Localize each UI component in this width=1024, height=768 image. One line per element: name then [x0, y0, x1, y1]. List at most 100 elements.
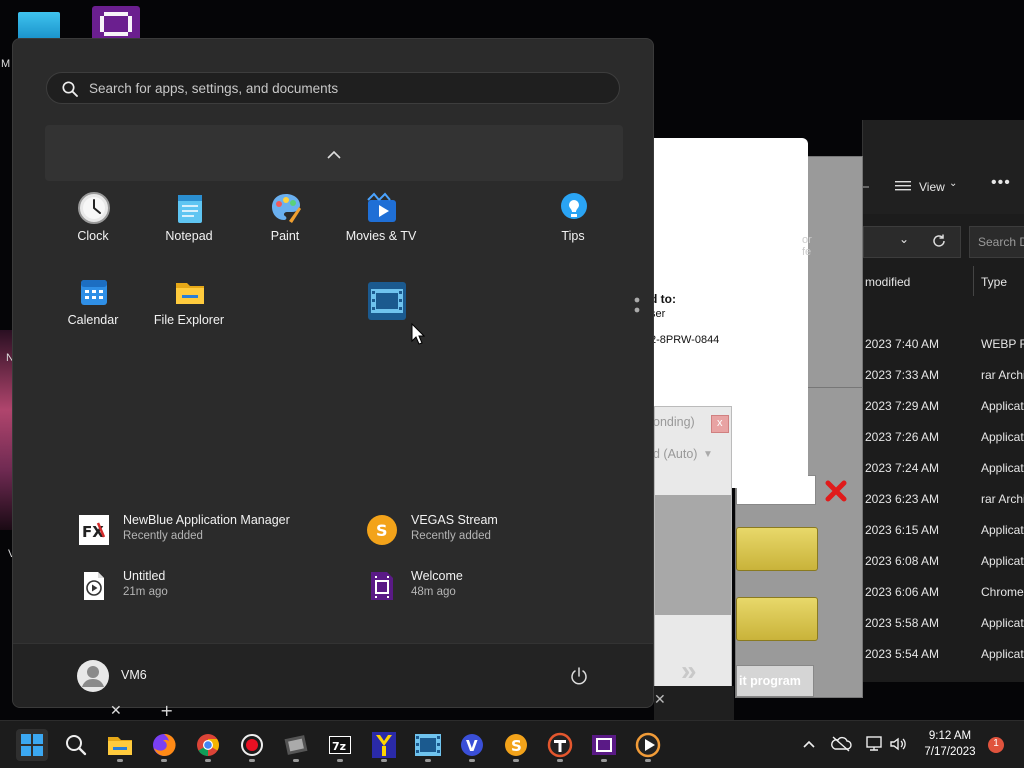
- more-options-icon[interactable]: •••: [991, 174, 1011, 192]
- recommended-item[interactable]: Untitled 21m ago: [79, 565, 329, 609]
- taskbar-time: 9:12 AM: [928, 730, 972, 742]
- running-indicator: [645, 759, 651, 762]
- table-row[interactable]: 2023 7:40 AM WEBP Fi: [863, 334, 1024, 356]
- network-icon[interactable]: [864, 735, 884, 753]
- clock-date-button[interactable]: 9:12 AM 7/17/2023: [914, 729, 986, 761]
- taskbar-media-player-icon[interactable]: [632, 729, 664, 762]
- pinned-app-file-explorer[interactable]: File Explorer: [143, 275, 235, 349]
- table-row[interactable]: 2023 7:33 AM rar Archi: [863, 365, 1024, 387]
- table-row[interactable]: 2023 7:26 AM Applicat: [863, 427, 1024, 449]
- taskbar-t-app-icon[interactable]: [544, 729, 576, 762]
- chevron-down-icon[interactable]: ▼: [703, 449, 713, 460]
- pinned-app-movies-tv[interactable]: Movies & TV: [335, 191, 427, 265]
- pinned-app-clock[interactable]: Clock: [47, 191, 139, 265]
- license-code: 2-8PRW-0844: [650, 334, 720, 346]
- recommended-item[interactable]: S VEGAS Stream Recently added: [367, 509, 617, 553]
- close-icon[interactable]: ✕: [654, 692, 666, 708]
- svg-text:7z: 7z: [332, 740, 346, 753]
- recommended-subtitle: 48m ago: [411, 586, 456, 598]
- taskbar-file-explorer-icon[interactable]: [104, 729, 136, 762]
- taskbar-chrome-icon[interactable]: [192, 729, 224, 762]
- recommended-item[interactable]: Welcome 48m ago: [367, 565, 617, 609]
- table-row[interactable]: 2023 6:06 AM Chrome: [863, 582, 1024, 604]
- onedrive-offline-icon[interactable]: [830, 735, 852, 753]
- taskbar-screen-recorder-icon[interactable]: [236, 729, 268, 762]
- taskbar-7zip-icon[interactable]: 7z: [324, 729, 356, 762]
- yellow-button[interactable]: [736, 597, 818, 641]
- cell-date-modified: 2023 7:24 AM: [865, 461, 940, 475]
- user-account-button[interactable]: VM6: [65, 658, 215, 694]
- power-icon[interactable]: [569, 666, 589, 686]
- cell-date-modified: 2023 7:26 AM: [865, 430, 940, 444]
- column-divider[interactable]: [973, 266, 974, 296]
- pinned-app-tips[interactable]: Tips: [527, 191, 619, 265]
- volume-icon[interactable]: [888, 735, 908, 753]
- taskbar-video-editor-icon[interactable]: [280, 729, 312, 762]
- taskbar-v-app-icon[interactable]: V: [456, 729, 488, 762]
- start-search-box[interactable]: [46, 72, 620, 104]
- table-row[interactable]: 2023 7:24 AM Applicat: [863, 458, 1024, 480]
- cell-date-modified: 2023 5:58 AM: [865, 616, 940, 630]
- view-icon[interactable]: [895, 178, 911, 192]
- show-hidden-icons-chevron-up-icon[interactable]: [800, 735, 818, 753]
- refresh-icon[interactable]: [931, 233, 947, 249]
- chevron-up-icon: [326, 145, 342, 159]
- column-header-modified[interactable]: modified: [865, 275, 910, 289]
- search-input[interactable]: [89, 73, 609, 103]
- table-row[interactable]: 2023 7:29 AM Applicat: [863, 396, 1024, 418]
- running-indicator: [469, 759, 475, 762]
- close-red-x-icon[interactable]: [824, 479, 848, 503]
- desktop-label: M: [1, 58, 11, 70]
- clock-icon: [77, 191, 111, 225]
- table-row[interactable]: 2023 6:23 AM rar Archi: [863, 489, 1024, 511]
- add-tab-icon[interactable]: +: [160, 701, 176, 720]
- cell-date-modified: 2023 7:29 AM: [865, 399, 940, 413]
- chevron-down-icon[interactable]: ⌄: [899, 232, 909, 246]
- explorer-view-button[interactable]: View: [919, 180, 945, 194]
- file-explorer-window: View ⌄ ••• ⌄ Search D modified Type 2023…: [862, 120, 1024, 682]
- table-row[interactable]: 2023 5:54 AM Applicat: [863, 644, 1024, 666]
- table-row[interactable]: 2023 5:58 AM Applicat: [863, 613, 1024, 635]
- dialog-title: onding): [653, 415, 695, 429]
- cell-date-modified: 2023 7:40 AM: [865, 337, 940, 351]
- taskbar-y-app-icon[interactable]: [368, 729, 400, 762]
- taskbar-vegas-film-icon[interactable]: [588, 729, 620, 762]
- table-row[interactable]: 2023 6:08 AM Applicat: [863, 551, 1024, 573]
- pinned-app-calendar[interactable]: Calendar: [47, 275, 139, 349]
- pinned-app-paint[interactable]: Paint: [239, 191, 331, 265]
- app-label: Tips: [561, 229, 585, 243]
- page-indicator-dots[interactable]: [634, 297, 640, 317]
- vegas-stream-icon: S: [367, 515, 397, 545]
- explorer-search-box[interactable]: Search D: [969, 226, 1024, 258]
- taskbar-vegas-pro-icon[interactable]: [412, 729, 444, 762]
- select-value[interactable]: d (Auto): [653, 447, 697, 461]
- collapse-pinned-button[interactable]: [45, 125, 623, 181]
- recommended-subtitle: Recently added: [411, 530, 491, 542]
- close-icon[interactable]: x: [711, 415, 729, 433]
- cell-date-modified: 2023 7:33 AM: [865, 368, 940, 382]
- column-header-type[interactable]: Type: [981, 275, 1007, 289]
- running-indicator: [249, 759, 255, 762]
- cell-type: rar Archi: [981, 368, 1024, 382]
- notification-badge[interactable]: 1: [988, 737, 1004, 753]
- cell-type: Applicat: [981, 430, 1024, 444]
- double-chevron-right-icon[interactable]: »: [681, 655, 697, 687]
- taskbar-search-icon[interactable]: [60, 729, 92, 761]
- recommended-item[interactable]: FX NewBlue Application Manager Recently …: [79, 509, 329, 553]
- table-row[interactable]: 2023 6:15 AM Applicat: [863, 520, 1024, 542]
- taskbar-vegas-stream-icon[interactable]: S: [500, 729, 532, 762]
- newblue-fx-icon: FX: [79, 515, 109, 545]
- running-indicator: [381, 759, 387, 762]
- pinned-app-notepad[interactable]: Notepad: [143, 191, 235, 265]
- taskbar-firefox-icon[interactable]: [148, 729, 180, 762]
- yellow-button[interactable]: [736, 527, 818, 571]
- cell-type: WEBP Fi: [981, 337, 1024, 351]
- start-button[interactable]: [16, 729, 48, 761]
- close-icon[interactable]: ✕: [110, 703, 126, 719]
- search-icon: [61, 80, 79, 98]
- exit-program-button[interactable]: it program: [736, 665, 814, 697]
- cell-type: Chrome: [981, 585, 1024, 599]
- cell-type: Applicat: [981, 523, 1024, 537]
- cell-type: rar Archi: [981, 492, 1024, 506]
- desktop-vegas-shortcut-icon[interactable]: [92, 6, 140, 42]
